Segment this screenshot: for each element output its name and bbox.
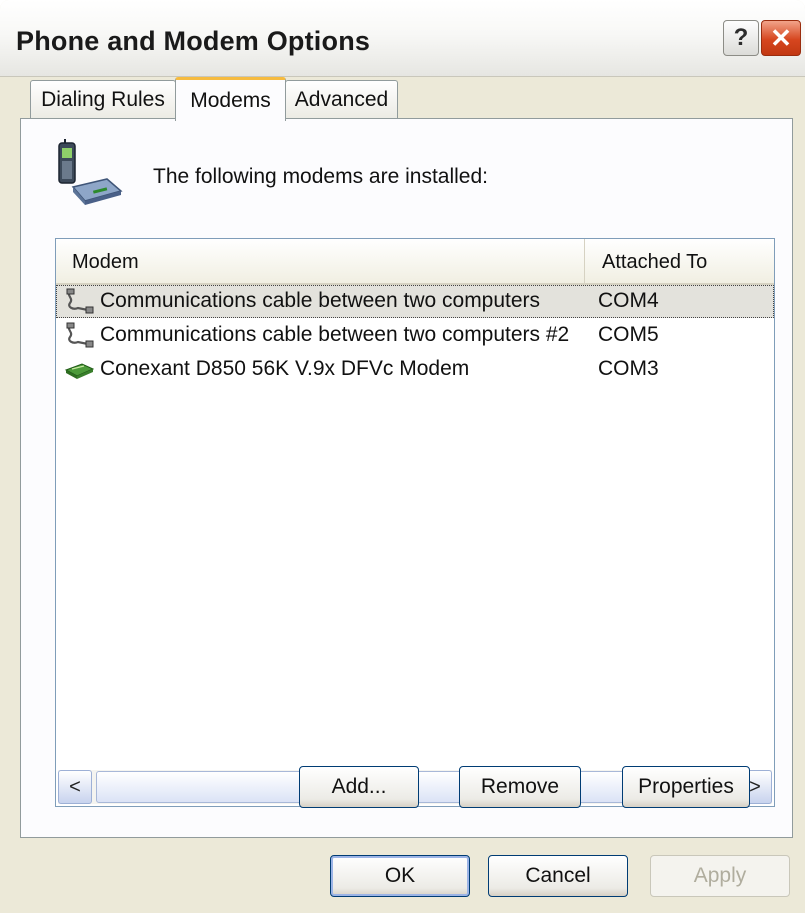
help-button[interactable]: ? [723, 20, 759, 56]
cable-icon [66, 322, 94, 348]
tab-modems[interactable]: Modems [175, 77, 286, 121]
list-item[interactable]: Communications cable between two compute… [56, 319, 774, 352]
column-header-modem[interactable]: Modem [56, 239, 585, 283]
tab-advanced[interactable]: Advanced [285, 80, 398, 118]
modem-list[interactable]: Modem Attached To Communications cable b… [55, 238, 775, 807]
modems-intro-text: The following modems are installed: [153, 165, 488, 188]
window-title: Phone and Modem Options [16, 26, 371, 56]
phone-modem-icon [58, 139, 123, 205]
cancel-button[interactable]: Cancel [488, 855, 628, 897]
apply-button[interactable]: Apply [650, 855, 790, 897]
cable-icon [66, 288, 94, 314]
modem-port: COM3 [598, 357, 659, 380]
column-header-attached-to[interactable]: Attached To [586, 239, 774, 283]
modem-name: Communications cable between two compute… [100, 323, 570, 346]
modem-name: Communications cable between two compute… [100, 289, 541, 312]
tab-dialing-rules[interactable]: Dialing Rules [30, 80, 176, 118]
title-bar[interactable]: Phone and Modem Options ? ✕ [0, 0, 805, 77]
modem-icon [64, 363, 94, 379]
list-header: Modem Attached To [56, 239, 774, 285]
properties-button[interactable]: Properties [622, 766, 750, 808]
modem-port: COM4 [598, 289, 659, 312]
ok-button[interactable]: OK [330, 855, 470, 897]
list-item[interactable]: Conexant D850 56K V.9x DFVc Modem COM3 [56, 353, 774, 386]
modem-name: Conexant D850 56K V.9x DFVc Modem [100, 357, 470, 380]
dialog-window: Phone and Modem Options ? ✕ Dialing Rule… [0, 0, 805, 913]
remove-button[interactable]: Remove [459, 766, 581, 808]
scroll-left-button[interactable]: < [58, 770, 92, 804]
add-button[interactable]: Add... [299, 766, 419, 808]
list-item[interactable]: Communications cable between two compute… [56, 285, 774, 318]
modems-tab-panel: The following modems are installed: Mode… [20, 118, 793, 838]
close-button[interactable]: ✕ [761, 20, 801, 56]
modem-port: COM5 [598, 323, 659, 346]
